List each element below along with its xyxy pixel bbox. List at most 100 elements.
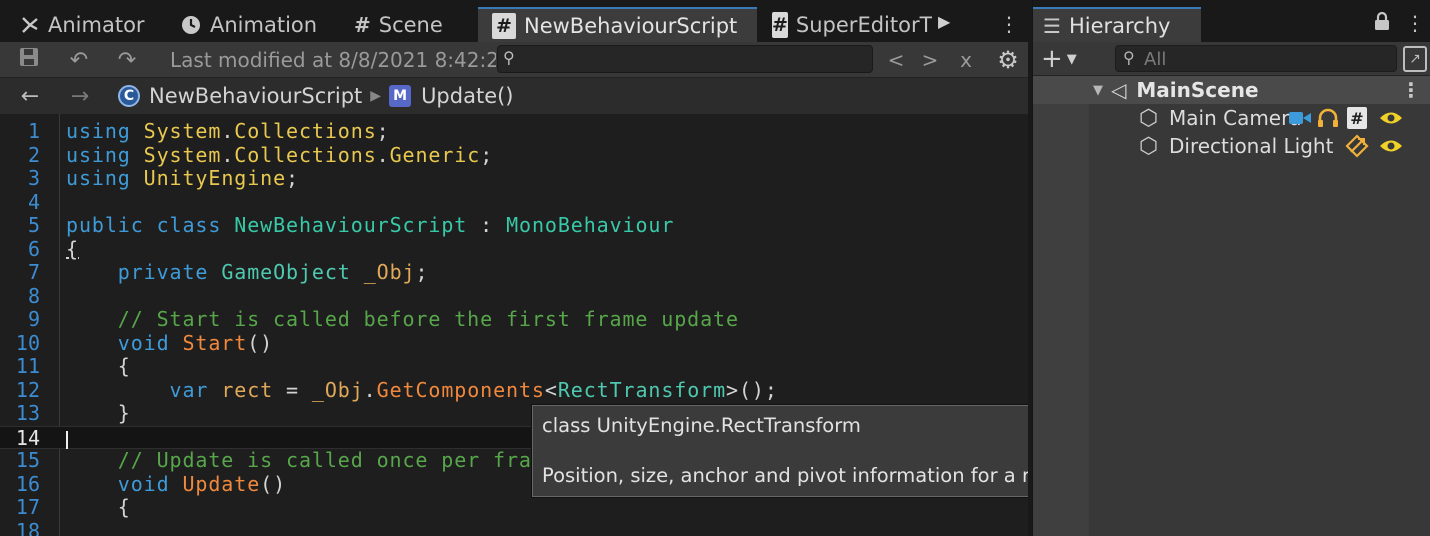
expand-triangle-icon[interactable]: ▼ <box>1093 83 1103 98</box>
code-text: void Start() <box>66 330 273 356</box>
breadcrumb-class[interactable]: NewBehaviourScript <box>149 84 362 108</box>
line-number: 6 <box>27 236 40 261</box>
code-line[interactable]: 8 <box>0 284 1028 309</box>
code-token: Start <box>182 330 248 355</box>
more-vertical-icon[interactable]: ⋮ <box>1405 11 1425 35</box>
code-text: using UnityEngine; <box>66 166 299 191</box>
hierarchy-search-input[interactable] <box>1144 48 1384 70</box>
tab-scene[interactable]: # Scene <box>354 7 474 42</box>
code-token: class <box>156 213 222 237</box>
code-line[interactable]: 10 void Start() <box>0 330 1028 356</box>
tab-supereditor[interactable]: # SuperEditorT <box>772 7 932 42</box>
hierarchy-item-main-camera[interactable]: ⬡ Main Camera # <box>1033 104 1430 132</box>
more-vertical-icon[interactable]: ⋮ <box>998 12 1020 36</box>
arrow-left-icon: ← <box>20 83 40 109</box>
scene-grid-icon: # <box>354 12 371 37</box>
tab-animator[interactable]: Animator <box>20 7 170 42</box>
breadcrumb-bar: ← → C NewBehaviourScript ▶ M Update() <box>0 78 1028 114</box>
tab-hierarchy[interactable]: ☰ Hierarchy <box>1033 7 1201 42</box>
find-previous-button[interactable]: < <box>880 45 912 75</box>
tab-label: SuperEditorT <box>795 12 932 37</box>
tab-scroll-right-icon[interactable]: ▶ <box>938 12 950 31</box>
code-token: } <box>66 401 131 425</box>
type-info-tooltip: class UnityEngine.RectTransform Position… <box>532 405 1028 497</box>
visibility-eye-icon[interactable] <box>1379 138 1403 154</box>
code-line[interactable]: 6{ <box>0 236 1028 262</box>
tab-label: NewBehaviourScript <box>524 13 738 38</box>
code-line[interactable]: 4 <box>0 190 1028 215</box>
code-text: using System.Collections; <box>66 119 390 144</box>
gameobject-cube-icon: ⬡ <box>1139 133 1159 159</box>
navigate-forward-button[interactable]: → <box>60 81 100 111</box>
line-number: 3 <box>27 166 40 190</box>
animator-icon <box>20 15 40 35</box>
code-line[interactable]: 3 using UnityEngine; <box>0 166 1028 191</box>
line-number: 7 <box>27 260 40 284</box>
more-vertical-icon[interactable]: ⋮ <box>1401 78 1421 102</box>
code-line[interactable]: 5 public class NewBehaviourScript : MonoB… <box>0 213 1028 238</box>
code-line[interactable]: 11 { <box>0 354 1028 379</box>
code-token: void <box>117 471 170 496</box>
code-token: _Obj <box>363 260 416 284</box>
code-line[interactable]: 12 var rect = _Obj.GetComponents<RectTra… <box>0 377 1028 403</box>
code-token: Collections <box>234 119 377 143</box>
text-caret <box>66 430 68 449</box>
code-line[interactable]: 7 private GameObject _Obj; <box>0 260 1028 285</box>
code-token: using <box>66 119 131 143</box>
code-token: MonoBehaviour <box>506 213 675 237</box>
hierarchy-tab-bar: ☰ Hierarchy ⋮ <box>1033 0 1430 42</box>
gameobject-name: Directional Light <box>1169 134 1334 158</box>
undo-button[interactable]: ↶ <box>58 45 100 75</box>
code-line[interactable]: 1 using System.Collections; <box>0 119 1028 144</box>
code-line[interactable]: 2 using System.Collections.Generic; <box>0 142 1028 168</box>
scene-header-row[interactable]: ▼ ◁ MainScene ⋮ <box>1033 76 1430 104</box>
hierarchy-item-directional-light[interactable]: ⬡ Directional Light <box>1033 132 1430 160</box>
code-token: public <box>66 213 144 237</box>
settings-button[interactable]: ⚙ <box>988 45 1028 75</box>
line-number: 15 <box>15 448 40 472</box>
code-token: ; <box>415 260 429 284</box>
close-find-button[interactable]: x <box>950 45 982 75</box>
code-line[interactable]: 18 <box>0 519 1028 536</box>
navigate-back-button[interactable]: ← <box>10 81 50 111</box>
code-line[interactable]: 17 { <box>0 495 1028 520</box>
find-next-button[interactable]: > <box>914 45 946 75</box>
code-token: System <box>143 142 222 167</box>
tab-animation[interactable]: Animation <box>180 7 340 42</box>
search-icon: ⚲ <box>503 48 515 67</box>
code-token: >(); <box>726 377 778 402</box>
code-token: Collections <box>234 142 377 167</box>
lock-icon[interactable] <box>1373 11 1391 36</box>
animation-clock-icon <box>180 14 202 36</box>
visibility-eye-icon[interactable] <box>1379 110 1403 126</box>
hierarchy-list-icon: ☰ <box>1043 13 1061 38</box>
hierarchy-search[interactable]: ⚲ <box>1115 45 1397 72</box>
code-token: : <box>467 213 507 237</box>
tooltip-signature: class UnityEngine.RectTransform <box>542 414 861 437</box>
hierarchy-window: ☰ Hierarchy ⋮ + ▼ ⚲ ↗ ▼ ◁ MainScene ⋮ ⬡ … <box>1032 0 1430 536</box>
open-scene-icon[interactable]: ↗ <box>1403 46 1427 72</box>
tab-newbehaviourscript[interactable]: # NewBehaviourScript <box>478 7 757 42</box>
find-input[interactable] <box>524 48 864 70</box>
save-icon <box>18 46 40 74</box>
line-number: 12 <box>15 377 40 402</box>
code-line[interactable]: 9 // Start is called before the first fr… <box>0 307 1028 332</box>
line-number: 1 <box>27 119 40 143</box>
caret-down-icon: ▼ <box>1066 51 1077 67</box>
editor-tab-bar: Animator Animation # Scene # NewBehaviou… <box>0 0 1028 42</box>
code-token: void <box>117 330 170 355</box>
redo-button[interactable]: ↷ <box>106 45 148 75</box>
create-dropdown-button[interactable]: + ▼ <box>1041 44 1091 74</box>
find-box[interactable]: ⚲ <box>497 45 873 73</box>
arrow-right-icon: → <box>70 83 90 109</box>
breadcrumb-method[interactable]: Update() <box>421 84 513 108</box>
save-button[interactable] <box>8 45 50 75</box>
